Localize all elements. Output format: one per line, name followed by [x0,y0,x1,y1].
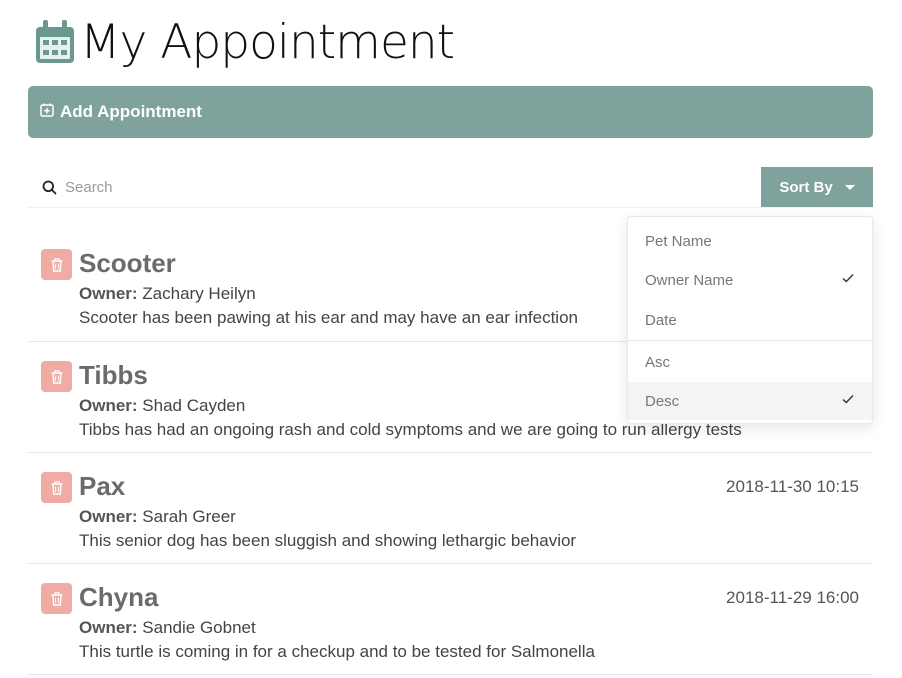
sort-order-label: Desc [645,392,680,410]
appointment-notes: This senior dog has been sluggish and sh… [79,531,577,550]
pet-name: Chyna [79,582,159,612]
delete-button[interactable] [41,472,72,503]
sort-option-date[interactable]: Date [628,301,872,339]
owner-label: Owner: [79,284,138,303]
owner-name: Sandie Gobnet [142,618,256,637]
sort-by-label: Sort By [779,178,833,196]
check-icon [842,274,854,283]
calendar-icon [36,20,74,63]
check-icon [842,395,854,404]
appointment-row: Pax Owner: Sarah Greer This senior dog h… [28,453,873,564]
delete-button[interactable] [41,249,72,280]
trash-icon [51,591,62,606]
trash-icon [51,369,62,384]
page-header: My Appointment [34,12,455,72]
sort-option-label: Date [645,311,677,329]
appointment-notes: Scooter has been pawing at his ear and m… [79,308,578,327]
appointment-notes: This turtle is coming in for a checkup a… [79,642,595,661]
appointment-date: 2018-11-30 10:15 [726,477,859,496]
appointment-date: 2018-11-29 16:00 [726,588,859,607]
sort-option-pet-name[interactable]: Pet Name [628,222,872,260]
owner-line: Owner: Zachary Heilyn [79,284,256,304]
plus-square-icon [40,103,54,117]
pet-name: Scooter [79,248,176,278]
add-appointment-button[interactable]: Add Appointment [28,86,873,138]
caret-down-icon [844,184,855,190]
owner-line: Owner: Sarah Greer [79,507,236,527]
sort-by-button[interactable]: Sort By [761,167,873,207]
trash-icon [51,480,62,495]
sort-order-asc[interactable]: Asc [628,343,872,381]
owner-label: Owner: [79,618,138,637]
sort-dropdown-menu: Pet Name Owner Name Date Asc Desc [627,216,873,424]
owner-name: Sarah Greer [142,507,236,526]
trash-icon [51,257,62,272]
owner-name: Zachary Heilyn [142,284,256,303]
sort-option-label: Owner Name [645,271,734,289]
search-icon [42,180,57,194]
owner-label: Owner: [79,507,138,526]
search-bar: Sort By [28,167,873,208]
add-appointment-label: Add Appointment [60,102,202,121]
pet-name: Tibbs [79,360,148,390]
owner-label: Owner: [79,396,138,415]
search-input[interactable] [63,177,667,197]
owner-line: Owner: Sandie Gobnet [79,618,256,638]
delete-button[interactable] [41,361,72,392]
pet-name: Pax [79,471,126,501]
dropdown-divider [628,340,872,341]
appointment-row: Chyna Owner: Sandie Gobnet This turtle i… [28,564,873,675]
sort-option-label: Pet Name [645,232,712,250]
delete-button[interactable] [41,583,72,614]
sort-order-label: Asc [645,353,671,371]
page-title: My Appointment [80,14,455,70]
sort-order-desc[interactable]: Desc [628,382,872,420]
owner-name: Shad Cayden [142,396,246,415]
owner-line: Owner: Shad Cayden [79,396,245,416]
sort-option-owner-name[interactable]: Owner Name [628,261,872,299]
